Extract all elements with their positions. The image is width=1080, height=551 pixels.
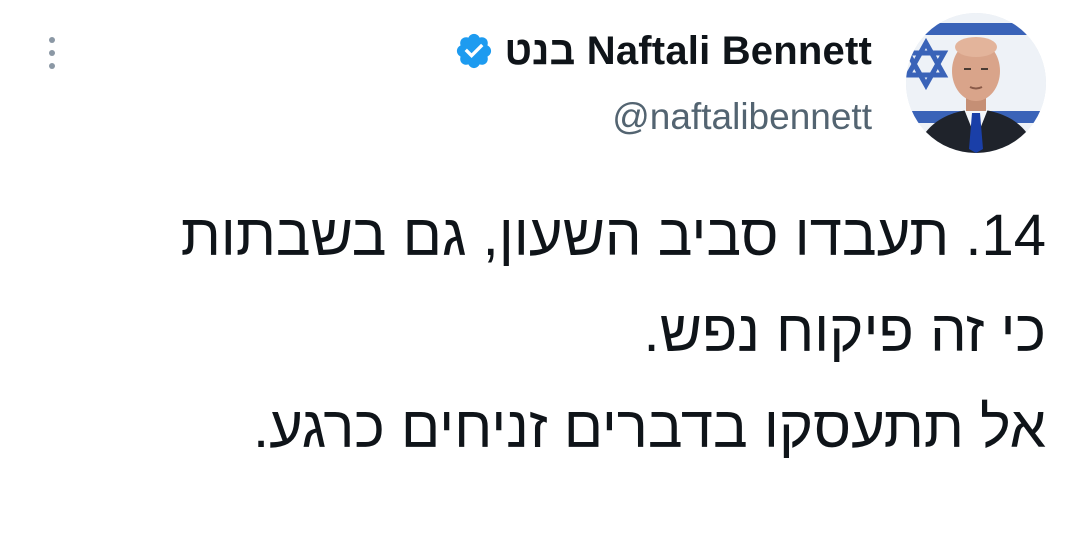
author-avatar[interactable]: [906, 13, 1046, 153]
tweet-text: 14. תעבדו סביב השעון, גם בשבתות כי זה פי…: [46, 188, 1046, 476]
tweet-text-line: 14. תעבדו סביב השעון, גם בשבתות: [180, 203, 1046, 268]
tweet-card: בנט Naftali Bennett @naftalibennett 14. …: [0, 0, 1080, 551]
author-name-row[interactable]: בנט Naftali Bennett: [454, 26, 872, 76]
author-handle[interactable]: @naftalibennett: [612, 96, 872, 138]
more-vertical-icon-dot: [49, 50, 55, 56]
more-options-button[interactable]: [30, 28, 74, 78]
tweet-text-line: אל תתעסקו בדברים זניחים כרגע.: [253, 395, 1046, 460]
tweet-text-line: כי זה פיקוח נפש.: [643, 299, 1047, 364]
more-vertical-icon: [49, 37, 55, 43]
author-display-name: בנט Naftali Bennett: [504, 28, 872, 73]
profile-photo-israel-flag: [906, 13, 1046, 153]
verified-badge-icon: [454, 31, 494, 71]
more-vertical-icon-dot: [49, 63, 55, 69]
